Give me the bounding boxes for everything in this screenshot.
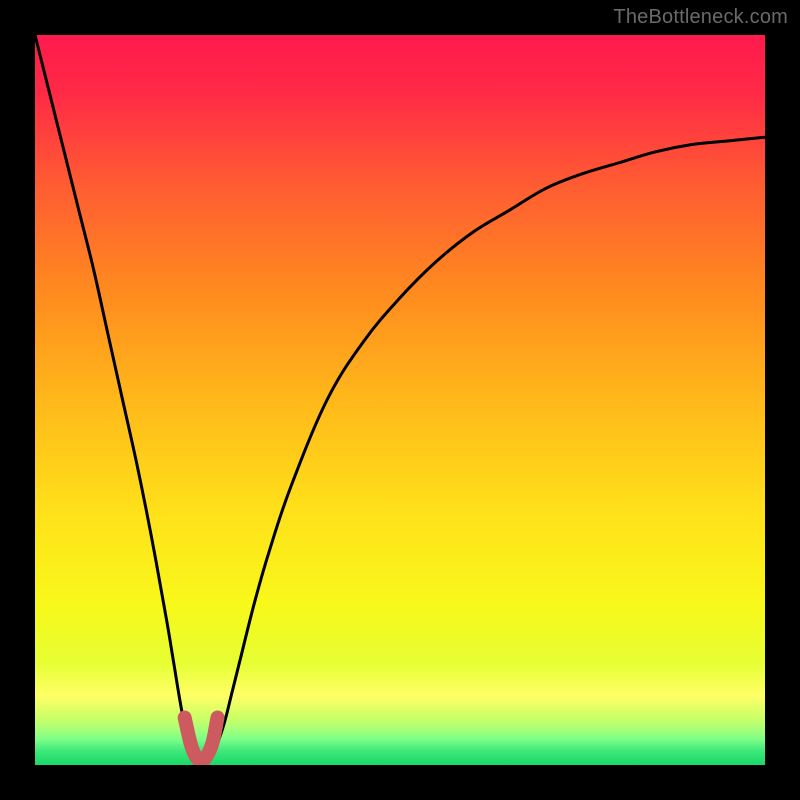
frame: TheBottleneck.com <box>0 0 800 800</box>
bottleneck-curve <box>35 35 765 761</box>
plot-area <box>35 35 765 765</box>
watermark-text: TheBottleneck.com <box>613 6 788 29</box>
optimal-region-marker <box>185 718 218 761</box>
curve-layer <box>35 35 765 765</box>
